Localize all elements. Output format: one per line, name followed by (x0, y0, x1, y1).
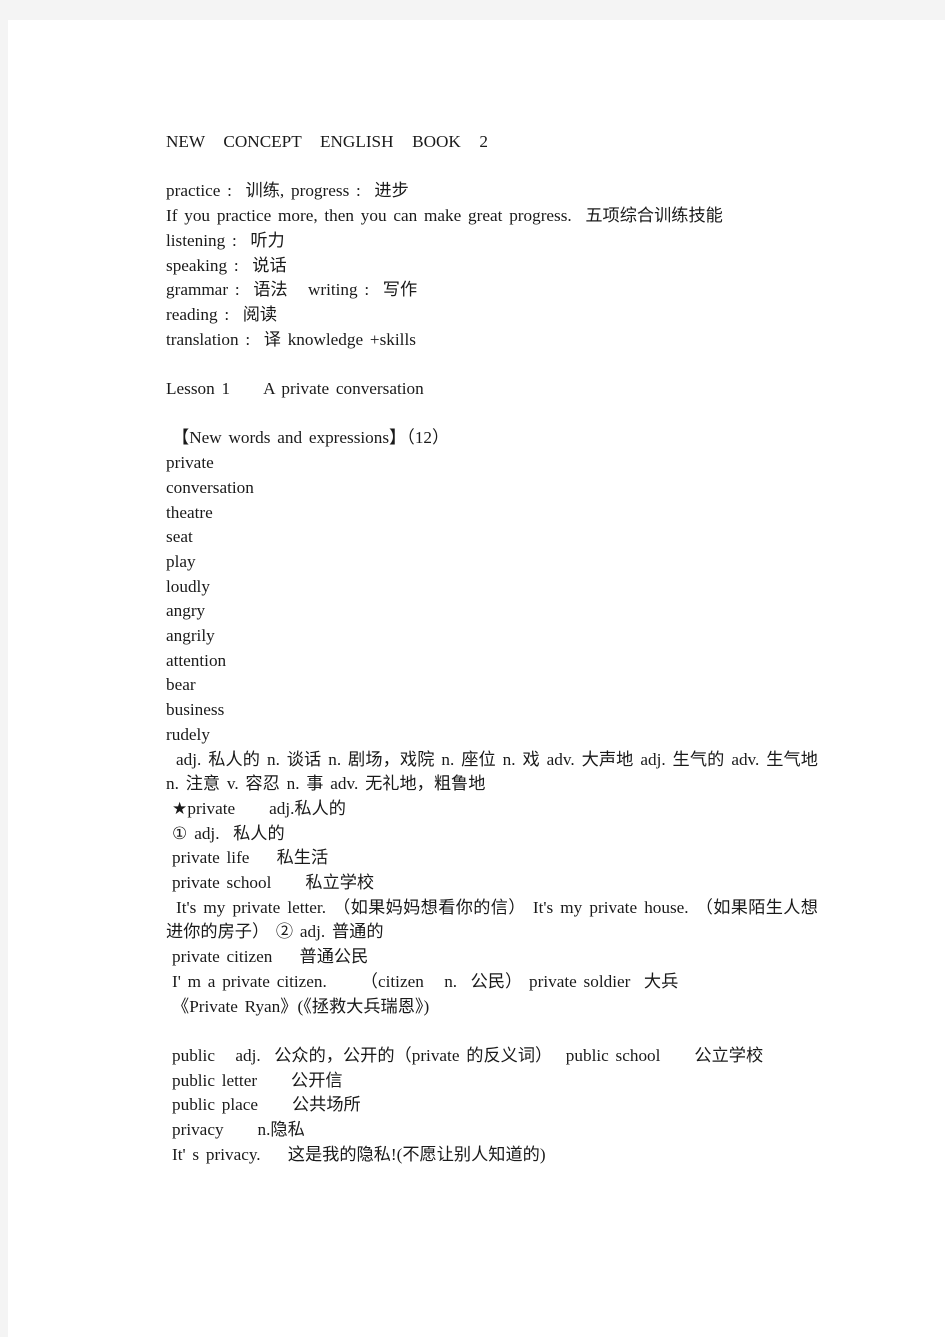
section-spacer-1 (166, 352, 818, 377)
intro-line-speaking: speaking : 说话 (166, 255, 287, 275)
section-spacer-2 (166, 402, 818, 427)
intro-line-practice: practice : 训练, progress : 进步 (166, 181, 409, 201)
word-list-item: business (166, 700, 225, 720)
lesson-heading: Lesson 1 A private conversation (166, 379, 424, 398)
private-headword: ★private adj.私人的 (172, 798, 346, 818)
document-page: NEW CONCEPT ENGLISH BOOK 2 practice : 训练… (8, 20, 945, 1337)
section-spacer-3 (166, 1019, 818, 1044)
intro-line-translation: translation : 译 knowledge +skills (166, 329, 416, 349)
privacy-example: It' s privacy. 这是我的隐私!(不愿让别人知道的) (172, 1144, 546, 1164)
public-collocation-letter: public letter 公开信 (172, 1070, 343, 1090)
privacy-definition: privacy n.隐私 (172, 1120, 305, 1140)
word-definitions-paragraph: adj. 私人的 n. 谈话 n. 剧场，戏院 n. 座位 n. 戏 adv. … (166, 749, 818, 794)
private-sense-1: ① adj. 私人的 (172, 823, 285, 843)
word-list-item: loudly (166, 576, 210, 596)
intro-line-grammar-writing: grammar : 语法 writing : 写作 (166, 280, 418, 300)
document-body: NEW CONCEPT ENGLISH BOOK 2 practice : 训练… (166, 130, 818, 1167)
word-list-item: play (166, 551, 196, 571)
word-list-item: attention (166, 650, 227, 670)
word-list-item: seat (166, 527, 193, 547)
word-list-item: private (166, 453, 214, 473)
private-collocation-life: private life 私生活 (172, 848, 329, 868)
intro-line-reading: reading : 阅读 (166, 304, 278, 324)
intro-line-listening: listening : 听力 (166, 230, 285, 250)
intro-line-progress-sentence: If you practice more, then you can make … (166, 206, 723, 226)
word-list-item: angry (166, 601, 206, 621)
private-collocation-citizen: private citizen 普通公民 (172, 947, 369, 967)
private-example-citizen: I' m a private citizen. （citizen n. 公民） … (172, 971, 679, 991)
page-title: NEW CONCEPT ENGLISH BOOK 2 (166, 132, 489, 151)
public-collocation-place: public place 公共场所 (172, 1095, 361, 1115)
new-words-heading: 【New words and expressions】（12） (172, 428, 450, 448)
word-list-item: theatre (166, 502, 213, 522)
word-list-item: angrily (166, 626, 215, 646)
word-list-item: conversation (166, 477, 254, 497)
private-examples-paragraph: It's my private letter. （如果妈妈想看你的信） It's… (166, 897, 818, 942)
public-definition: public adj. 公众的，公开的（private 的反义词） public… (172, 1045, 764, 1065)
private-example-ryan: 《Private Ryan》(《拯救大兵瑞恩》) (172, 996, 430, 1016)
private-collocation-school: private school 私立学校 (172, 873, 375, 893)
word-list-item: rudely (166, 724, 210, 744)
word-list-item: bear (166, 675, 196, 695)
